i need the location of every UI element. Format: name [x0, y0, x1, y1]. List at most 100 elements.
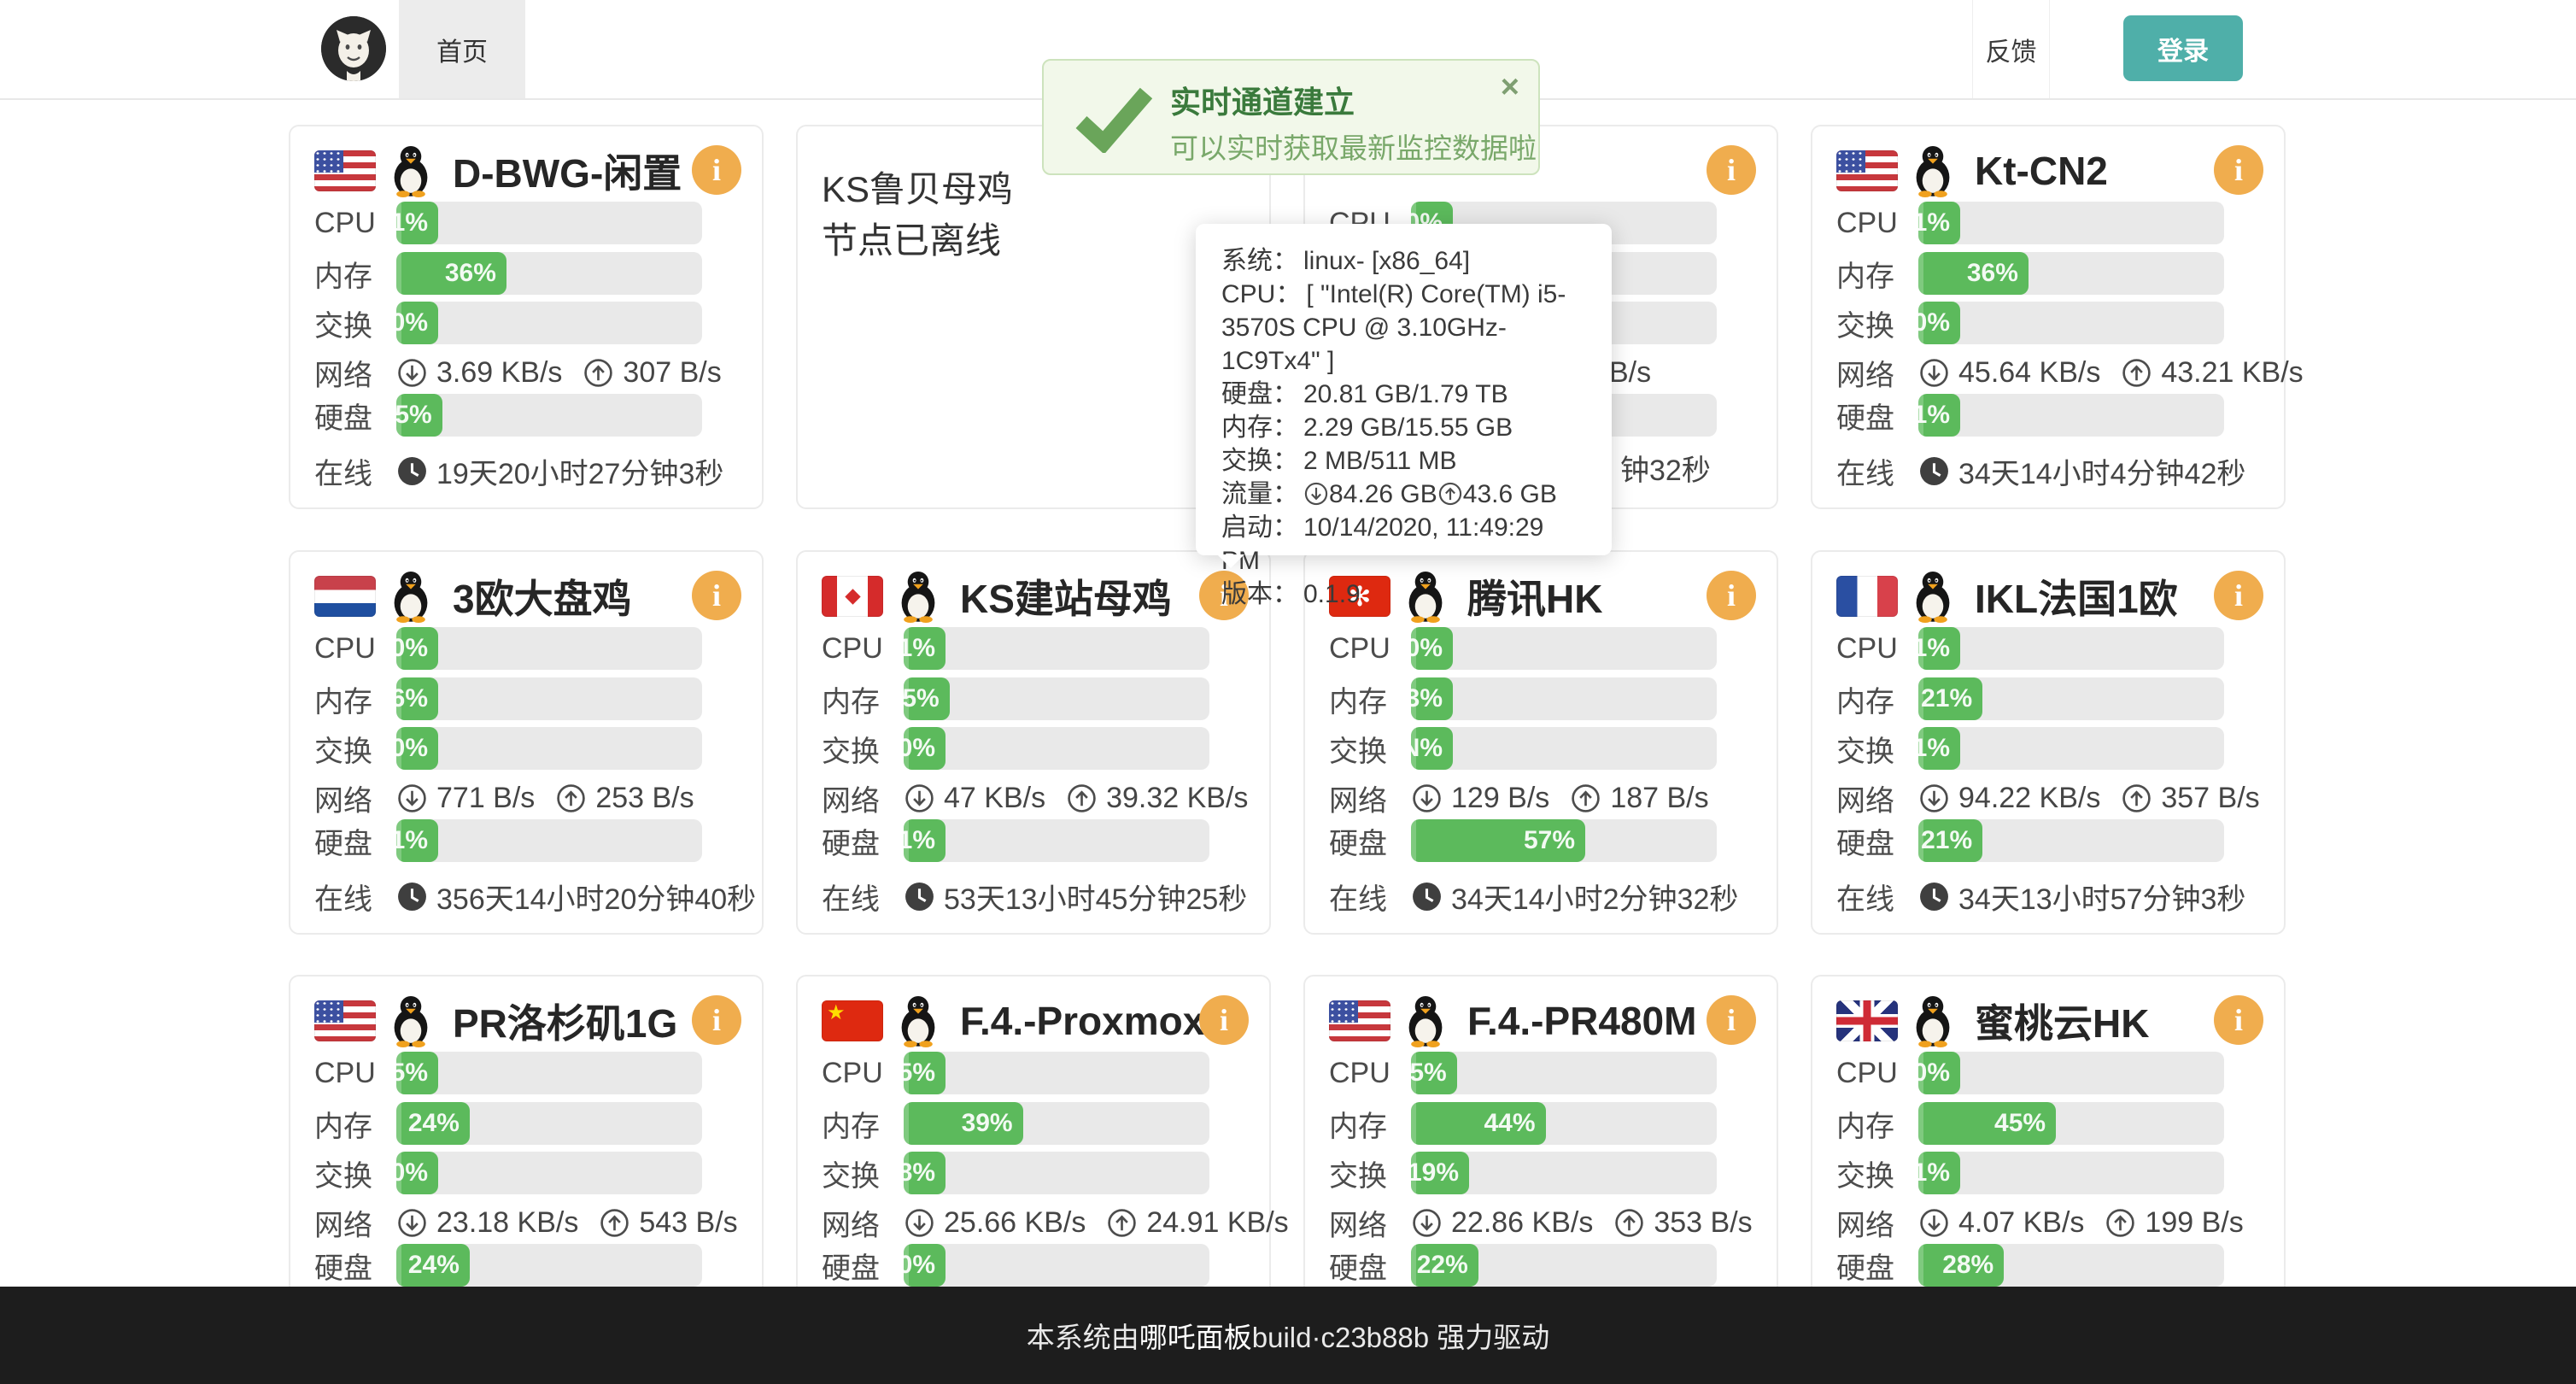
network-down-value: 3.69 KB/s: [436, 356, 562, 390]
swap-percent-value: 8%: [899, 1152, 935, 1194]
cpu-percent-value: 0%: [391, 627, 428, 670]
network-up-value: 187 B/s: [1610, 782, 1708, 815]
info-icon[interactable]: i: [2214, 571, 2263, 620]
metric-label-uptime: 在线: [1836, 876, 1918, 918]
cpu-percent-value: 0%: [1406, 627, 1443, 670]
tooltip-line: 内存：2.29 GB/15.55 GB: [1221, 411, 1586, 444]
network-speeds: 94.22 KB/s 357 B/s: [1918, 782, 2260, 815]
info-icon[interactable]: i: [2214, 145, 2263, 195]
card-header: PR洛杉矶1G: [314, 994, 677, 1048]
tooltip-line-label: 版本：: [1221, 580, 1298, 608]
server-card: KS建站母鸡iCPU1%内存15%交换0%网络 47 KB/s 39.32 KB…: [796, 550, 1271, 935]
cpu-progress-fill: 0%: [1411, 627, 1453, 670]
metric-row-net: 网络 771 B/s 253 B/s: [314, 777, 694, 819]
disk-progress-track: 22%: [1411, 1244, 1717, 1287]
network-speeds: 45.64 KB/s 43.21 KB/s: [1918, 356, 2304, 390]
country-flag-icon-gb: [1836, 1000, 1898, 1041]
swap-progress-fill: 0%: [396, 727, 438, 770]
cat-meme-logo-icon: [321, 16, 386, 81]
nav-feedback[interactable]: 反馈: [1972, 0, 2050, 98]
cpu-progress-track: 15%: [1411, 1052, 1717, 1094]
login-button[interactable]: 登录: [2123, 15, 2243, 81]
country-flag-icon-us: [314, 150, 376, 191]
linux-tux-icon: [388, 144, 434, 197]
disk-progress-track: 24%: [396, 1244, 702, 1287]
cpu-percent-value: 1%: [1913, 202, 1950, 244]
metric-label-uptime: 在线: [314, 450, 396, 492]
metric-row-net: 网络 3.69 KB/s 307 B/s: [314, 351, 722, 394]
metric-label-uptime: 在线: [1836, 450, 1918, 492]
server-info-tooltip: 系统：linux- [x86_64]CPU：[ "Intel(R) Core(T…: [1196, 224, 1612, 555]
tooltip-line: CPU：[ "Intel(R) Core(TM) i5-3570S CPU @ …: [1221, 278, 1586, 378]
tooltip-line-value: 20.81 GB/1.79 TB: [1303, 380, 1508, 408]
swap-progress-track: N%: [1411, 727, 1717, 770]
disk-percent-value: 22%: [1417, 1244, 1468, 1287]
info-icon[interactable]: i: [1199, 995, 1249, 1045]
card-header: IKL法国1欧: [1836, 569, 2178, 624]
metric-row-uptime: 在线 19天20小时27分钟3秒: [314, 449, 723, 492]
metric-label-cpu: CPU: [1836, 1057, 1918, 1090]
metric-label-swap: 交换: [1329, 1152, 1411, 1194]
uptime-value: 34天13小时57分钟3秒: [1918, 876, 2245, 918]
mem-progress-fill: 44%: [1411, 1102, 1546, 1145]
metric-label-cpu: CPU: [1836, 632, 1918, 666]
network-up-value: 307 B/s: [623, 356, 721, 390]
download-arrow-icon: [1918, 1207, 1950, 1239]
toast-close-icon[interactable]: ×: [1501, 71, 1519, 103]
network-down-value: 129 B/s: [1451, 782, 1549, 815]
info-icon[interactable]: i: [692, 145, 741, 195]
card-header: D-BWG-闲置: [314, 144, 682, 198]
metric-label-mem: 内存: [1329, 1103, 1411, 1145]
info-icon[interactable]: i: [692, 571, 741, 620]
card-header: KS建站母鸡: [822, 569, 1172, 624]
swap-progress-fill: 19%: [1411, 1152, 1469, 1194]
tooltip-line-value: 2.29 GB/15.55 GB: [1303, 413, 1513, 442]
disk-progress-track: 1%: [904, 819, 1209, 862]
server-name: KS建站母鸡: [960, 568, 1172, 625]
metric-label-cpu: CPU: [1329, 632, 1411, 666]
info-icon[interactable]: i: [1707, 145, 1756, 195]
uptime-clock-icon: [396, 455, 428, 487]
upload-arrow-icon: [1106, 1207, 1138, 1239]
mem-percent-value: 15%: [888, 677, 940, 720]
disk-progress-fill: 57%: [1411, 819, 1585, 862]
disk-progress-track: 1%: [396, 819, 702, 862]
metric-row-swap: 交换0%: [822, 727, 1209, 770]
metric-row-cpu: CPU0%: [1836, 1052, 2224, 1094]
disk-progress-fill: 11%: [1918, 394, 1960, 437]
mem-percent-value: 36%: [445, 252, 496, 295]
tooltip-line: 启动：10/14/2020, 11:49:29 PM: [1221, 511, 1586, 578]
country-flag-icon-cn: [822, 1000, 883, 1041]
swap-progress-fill: 0%: [904, 727, 946, 770]
uptime-clock-icon: [1918, 455, 1950, 487]
server-name: KS鲁贝母鸡: [822, 161, 1013, 213]
cpu-progress-track: 1%: [904, 627, 1209, 670]
disk-percent-value: 15%: [381, 394, 432, 437]
cpu-progress-fill: 15%: [1411, 1052, 1457, 1094]
info-icon[interactable]: i: [1707, 571, 1756, 620]
info-icon[interactable]: i: [1707, 995, 1756, 1045]
footer-panel-link[interactable]: 哪吒面板: [1139, 1315, 1252, 1356]
tab-home[interactable]: 首页: [399, 0, 525, 98]
info-icon[interactable]: i: [2214, 995, 2263, 1045]
metric-label-mem: 内存: [822, 1103, 904, 1145]
metric-label-net: 网络: [822, 777, 904, 819]
metric-label-net: 网络: [1836, 1202, 1918, 1244]
metric-row-cpu: CPU1%: [1836, 202, 2224, 244]
download-arrow-icon: [1411, 1207, 1443, 1239]
metric-label-mem: 内存: [1836, 1103, 1918, 1145]
server-name: F.4.-PR480M: [1467, 998, 1696, 1044]
country-flag-icon-fr: [1836, 576, 1898, 617]
cpu-percent-value: 5%: [391, 1052, 428, 1094]
disk-progress-fill: 22%: [1411, 1244, 1478, 1287]
metric-label-net: 网络: [314, 777, 396, 819]
tooltip-line-label: 交换：: [1221, 447, 1298, 475]
mem-progress-fill: 36%: [1918, 252, 2029, 295]
info-icon[interactable]: i: [692, 995, 741, 1045]
mem-progress-track: 36%: [396, 252, 702, 295]
swap-progress-fill: 1%: [1918, 727, 1960, 770]
swap-progress-track: 1%: [1918, 727, 2224, 770]
success-check-icon: [1073, 86, 1155, 153]
uptime-value: 34天14小时4分钟42秒: [1918, 450, 2245, 492]
site-logo[interactable]: [321, 16, 386, 81]
